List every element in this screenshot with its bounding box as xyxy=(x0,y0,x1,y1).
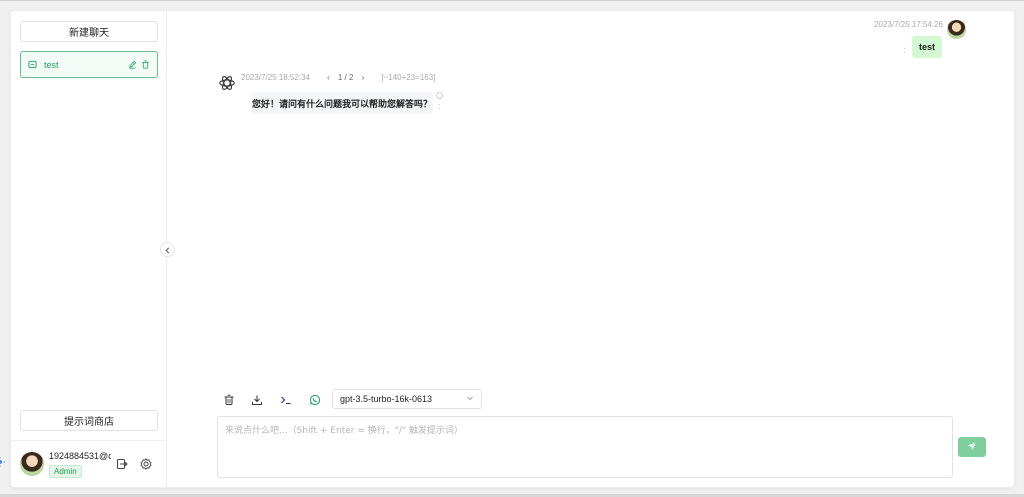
prompt-store-button[interactable]: 提示词商店 xyxy=(20,410,158,431)
send-icon xyxy=(967,440,977,454)
user-panel: 1924884531@qq.com Admin xyxy=(11,440,167,487)
more-options-icon[interactable]: · · xyxy=(903,45,906,57)
trash-icon[interactable] xyxy=(222,393,236,407)
trash-icon[interactable] xyxy=(141,60,150,69)
message-icon xyxy=(28,60,37,69)
response-pager: ‹ 1 / 2 › xyxy=(324,73,367,82)
role-badge: Admin xyxy=(49,465,82,478)
user-message-text: test xyxy=(918,42,935,52)
model-select[interactable]: gpt-3.5-turbo-16k-0613 xyxy=(332,389,482,409)
sun-icon[interactable] xyxy=(0,456,5,467)
token-count: [~140+23=163] xyxy=(381,73,436,82)
chevron-left-icon xyxy=(164,243,171,257)
sidebar: 新建聊天 test 提示词商店 1924884531@qq.com Admin xyxy=(11,11,167,487)
prev-response-button[interactable]: ‹ xyxy=(327,73,330,82)
chat-main: 2023/7/25 17:54:26 test · · 2023/7/25 18:… xyxy=(168,11,1014,487)
user-message-bubble[interactable]: test xyxy=(912,36,942,58)
logout-icon[interactable] xyxy=(115,457,129,471)
chat-item-test[interactable]: test xyxy=(20,51,158,78)
window-top-line xyxy=(0,0,1024,1)
terminal-icon[interactable] xyxy=(279,393,293,407)
chat-item-label: test xyxy=(44,59,59,70)
avatar[interactable] xyxy=(20,452,44,476)
chat-input[interactable] xyxy=(217,416,953,478)
openai-logo-icon xyxy=(218,74,236,92)
user-name: 1924884531@qq.com xyxy=(49,451,111,461)
more-options-icon[interactable]: · · xyxy=(438,101,441,113)
collapse-sidebar-button[interactable] xyxy=(160,242,175,257)
model-select-value: gpt-3.5-turbo-16k-0613 xyxy=(340,394,433,404)
gear-icon[interactable] xyxy=(139,457,153,471)
chevron-down-icon xyxy=(466,394,474,404)
prompt-store-label: 提示词商店 xyxy=(64,417,114,428)
assistant-message-timestamp: 2023/7/25 18:52:34 xyxy=(241,73,310,82)
assistant-message-meta: 2023/7/25 18:52:34 ‹ 1 / 2 › [~140+23=16… xyxy=(241,73,435,82)
edit-icon[interactable] xyxy=(128,60,137,69)
new-chat-label: 新建聊天 xyxy=(69,28,109,39)
assistant-message-bubble[interactable]: 您好！请问有什么问题我可以帮助您解答吗？ xyxy=(251,92,433,114)
whatsapp-icon[interactable] xyxy=(308,393,322,407)
new-chat-button[interactable]: 新建聊天 xyxy=(20,21,158,42)
status-circle-icon xyxy=(436,92,443,99)
app-window: 新建聊天 test 提示词商店 1924884531@qq.com Admin xyxy=(10,10,1015,488)
download-icon[interactable] xyxy=(250,393,264,407)
user-message-timestamp: 2023/7/25 17:54:26 xyxy=(874,20,943,29)
response-page-indicator: 1 / 2 xyxy=(337,73,354,82)
user-message-avatar xyxy=(947,20,966,39)
send-button[interactable] xyxy=(958,437,986,457)
next-response-button[interactable]: › xyxy=(362,73,365,82)
assistant-message-text: 您好！请问有什么问题我可以帮助您解答吗？ xyxy=(251,99,432,110)
